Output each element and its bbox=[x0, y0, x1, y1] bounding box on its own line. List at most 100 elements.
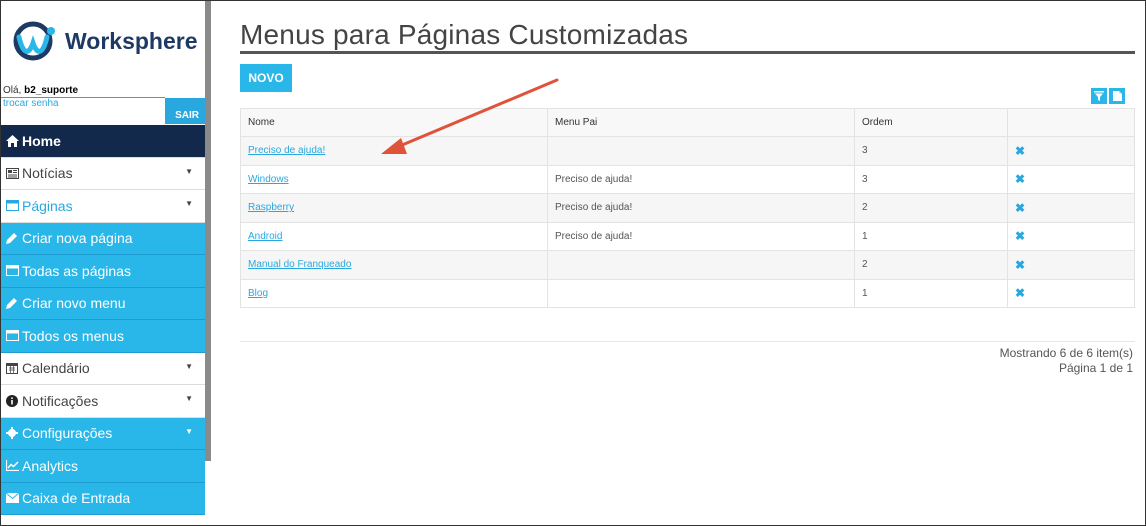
sidebar-item-notificacoes[interactable]: Notificações ▼ bbox=[1, 385, 205, 418]
sidebar-item-label: Criar novo menu bbox=[22, 295, 126, 312]
delete-icon[interactable]: ✖ bbox=[1015, 144, 1025, 158]
cell-menu-pai: Preciso de ajuda! bbox=[547, 193, 855, 223]
new-button[interactable]: NOVO bbox=[240, 64, 292, 92]
export-button[interactable] bbox=[1109, 88, 1125, 104]
cell-menu-pai bbox=[547, 250, 855, 280]
caret-down-icon: ▼ bbox=[185, 166, 193, 176]
cell-ordem: 3 bbox=[854, 164, 1008, 194]
calendar-icon bbox=[4, 362, 20, 375]
window-icon bbox=[4, 265, 20, 277]
column-header-nome[interactable]: Nome bbox=[240, 108, 548, 137]
sidebar-item-analytics[interactable]: Analytics bbox=[1, 450, 205, 483]
table-footer-divider bbox=[240, 341, 1135, 342]
menu-name-link[interactable]: Manual do Franqueado bbox=[248, 259, 351, 270]
menu-name-link[interactable]: Preciso de ajuda! bbox=[248, 145, 325, 156]
home-icon bbox=[4, 134, 20, 147]
delete-icon[interactable]: ✖ bbox=[1015, 286, 1025, 300]
sidebar-item-label: Analytics bbox=[22, 457, 79, 474]
filter-button[interactable] bbox=[1091, 88, 1107, 104]
logout-button[interactable]: SAIR bbox=[165, 98, 205, 124]
sidebar-item-label: Notícias bbox=[22, 165, 73, 182]
menu-name-link[interactable]: Windows bbox=[248, 174, 289, 185]
cell-actions: ✖ bbox=[1007, 221, 1135, 251]
menu-name-link[interactable]: Android bbox=[248, 231, 282, 242]
caret-down-icon: ▼ bbox=[185, 361, 193, 371]
cell-nome: Windows bbox=[240, 164, 548, 194]
sidebar-item-label: Páginas bbox=[22, 197, 73, 214]
cell-ordem: 2 bbox=[854, 193, 1008, 223]
cell-menu-pai bbox=[547, 278, 855, 308]
info-icon bbox=[4, 394, 20, 407]
sidebar-item-label: Home bbox=[22, 132, 61, 149]
cell-ordem: 1 bbox=[854, 221, 1008, 251]
table-row: Blog 1 ✖ bbox=[240, 278, 1135, 308]
sidebar: Worksphere Olá, b2_suporte trocar senha … bbox=[1, 1, 205, 525]
sidebar-item-calendario[interactable]: Calendário ▼ bbox=[1, 352, 205, 385]
menu-name-link[interactable]: Blog bbox=[248, 288, 268, 299]
column-header-ordem[interactable]: Ordem bbox=[854, 108, 1008, 137]
page-title: Menus para Páginas Customizadas bbox=[240, 19, 689, 50]
worksphere-logo-icon bbox=[13, 21, 55, 61]
app-window: Worksphere Olá, b2_suporte trocar senha … bbox=[0, 0, 1146, 526]
change-password-link[interactable]: trocar senha bbox=[3, 98, 59, 109]
sidebar-item-home[interactable]: Home bbox=[1, 125, 205, 158]
table-row: Preciso de ajuda! 3 ✖ bbox=[240, 136, 1135, 166]
cell-menu-pai: Preciso de ajuda! bbox=[547, 221, 855, 251]
username: b2_suporte bbox=[24, 85, 79, 96]
pagination-summary: Mostrando 6 de 6 item(s) bbox=[999, 346, 1133, 360]
menu-name-link[interactable]: Raspberry bbox=[248, 202, 294, 213]
delete-icon[interactable]: ✖ bbox=[1015, 172, 1025, 186]
delete-icon[interactable]: ✖ bbox=[1015, 258, 1025, 272]
cell-actions: ✖ bbox=[1007, 250, 1135, 280]
caret-down-icon: ▼ bbox=[185, 199, 193, 208]
sidebar-item-label: Calendário bbox=[22, 360, 90, 377]
caret-down-icon: ▼ bbox=[185, 394, 193, 403]
cell-actions: ✖ bbox=[1007, 278, 1135, 308]
table-row: Raspberry Preciso de ajuda! 2 ✖ bbox=[240, 193, 1135, 223]
menus-table: Nome Menu Pai Ordem Preciso de ajuda! 3 … bbox=[240, 108, 1135, 308]
cell-actions: ✖ bbox=[1007, 136, 1135, 166]
greeting-prefix: Olá, bbox=[3, 85, 25, 96]
column-header-menu-pai[interactable]: Menu Pai bbox=[547, 108, 855, 137]
sidebar-item-todos-os-menus[interactable]: Todos os menus bbox=[1, 320, 205, 353]
cell-menu-pai: Preciso de ajuda! bbox=[547, 164, 855, 194]
cell-nome: Raspberry bbox=[240, 193, 548, 223]
cell-nome: Preciso de ajuda! bbox=[240, 136, 548, 166]
title-divider bbox=[240, 51, 1135, 54]
sidebar-item-label: Caixa de Entrada bbox=[22, 490, 131, 507]
cell-menu-pai bbox=[547, 136, 855, 166]
sidebar-item-criar-nova-pagina[interactable]: Criar nova página bbox=[1, 222, 205, 255]
gear-icon bbox=[4, 427, 20, 440]
sidebar-scrollbar[interactable] bbox=[205, 1, 211, 461]
brand-name: Worksphere bbox=[65, 27, 198, 54]
table-row: Windows Preciso de ajuda! 3 ✖ bbox=[240, 164, 1135, 194]
cell-nome: Android bbox=[240, 221, 548, 251]
pencil-icon bbox=[4, 232, 20, 245]
delete-icon[interactable]: ✖ bbox=[1015, 201, 1025, 215]
sidebar-item-noticias[interactable]: Notícias ▼ bbox=[1, 157, 205, 190]
main-content: Menus para Páginas Customizadas NOVO Nom… bbox=[240, 1, 1135, 525]
sidebar-item-label: Todos os menus bbox=[22, 327, 124, 344]
caret-down-icon: ▼ bbox=[185, 426, 193, 436]
sidebar-item-criar-novo-menu[interactable]: Criar novo menu bbox=[1, 287, 205, 320]
cell-actions: ✖ bbox=[1007, 164, 1135, 194]
brand-logo[interactable]: Worksphere bbox=[13, 19, 198, 63]
cell-ordem: 3 bbox=[854, 136, 1008, 166]
window-icon bbox=[4, 330, 20, 342]
sidebar-item-configuracoes[interactable]: Configurações ▼ bbox=[1, 417, 205, 450]
sidebar-menu: Home Notícias ▼ Páginas ▼ Criar nova pág… bbox=[1, 125, 205, 515]
delete-icon[interactable]: ✖ bbox=[1015, 229, 1025, 243]
table-row: Manual do Franqueado 2 ✖ bbox=[240, 250, 1135, 280]
column-header-actions bbox=[1007, 108, 1135, 137]
cell-nome: Manual do Franqueado bbox=[240, 250, 548, 280]
sidebar-item-todas-as-paginas[interactable]: Todas as páginas bbox=[1, 255, 205, 288]
sidebar-item-caixa-de-entrada[interactable]: Caixa de Entrada bbox=[1, 482, 205, 515]
cell-ordem: 2 bbox=[854, 250, 1008, 280]
sidebar-item-label: Notificações bbox=[22, 392, 99, 409]
sidebar-item-paginas[interactable]: Páginas ▼ bbox=[1, 190, 205, 223]
pencil-icon bbox=[4, 297, 20, 310]
cell-actions: ✖ bbox=[1007, 193, 1135, 223]
window-icon bbox=[4, 200, 20, 212]
sidebar-item-label: Criar nova página bbox=[22, 230, 133, 247]
newspaper-icon bbox=[4, 167, 20, 179]
